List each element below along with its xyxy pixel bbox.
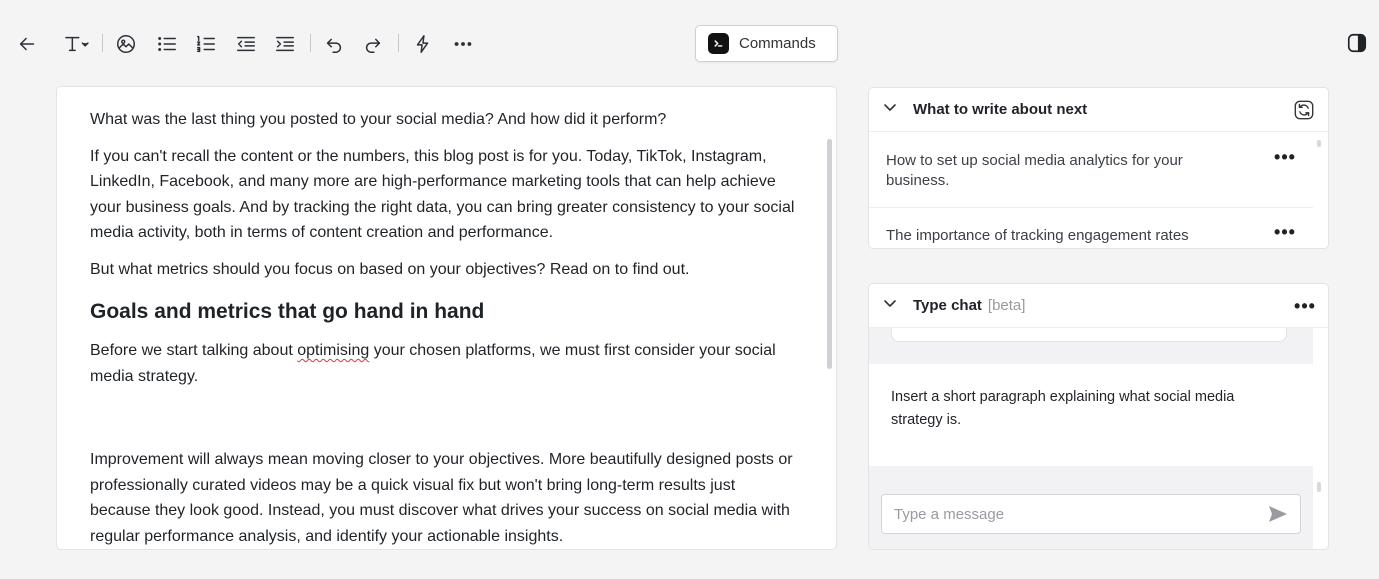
numbered-list-icon[interactable] [192,30,220,58]
suggestion-item[interactable]: How to set up social media analytics for… [869,133,1313,208]
suggestion-item[interactable]: The importance of tracking engagement ra… [869,208,1313,248]
more-options-icon[interactable] [449,30,477,58]
toolbar-divider [398,34,399,52]
panel-title: Type chat [913,297,982,314]
panel-header[interactable]: What to write about next [869,88,1328,132]
toolbar: Commands [0,0,1379,86]
paragraph: Improvement will always mean moving clos… [90,451,793,545]
send-icon[interactable] [1267,504,1289,524]
redo-icon[interactable] [359,30,387,58]
paragraph: Before we start talking about optimising… [90,338,795,389]
text-style-button[interactable] [58,30,94,58]
toolbar-divider [310,34,311,52]
suggestion-text: The importance of tracking engagement ra… [886,227,1189,244]
beta-tag: [beta] [987,297,1026,314]
document-editor[interactable]: What was the last thing you posted to yo… [56,86,837,550]
misspelled-word[interactable]: optimising [297,342,369,359]
terminal-icon [708,33,729,54]
undo-icon[interactable] [320,30,348,58]
image-icon[interactable] [112,30,140,58]
type-chat-panel: Type chat [beta] ••• Insert a short para… [868,283,1329,550]
commands-button[interactable]: Commands [695,25,838,62]
lightning-icon[interactable] [409,30,437,58]
panel-title: What to write about next [913,101,1088,118]
empty-line [90,400,795,447]
toolbar-divider [102,34,103,52]
paragraph: But what metrics should you focus on bas… [90,260,690,278]
editor-content[interactable]: What was the last thing you posted to yo… [90,107,795,549]
paragraph: If you can't recall the content or the n… [90,147,795,242]
section-heading: Goals and metrics that go hand in hand [90,300,485,323]
toggle-sidebar-icon[interactable] [1346,32,1368,54]
chevron-down-icon[interactable] [883,100,897,119]
indent-icon[interactable] [271,30,299,58]
more-icon[interactable]: ••• [1293,296,1317,316]
chevron-down-icon[interactable] [883,296,897,315]
chat-bubble [891,328,1287,342]
more-icon[interactable]: ••• [1273,147,1297,167]
commands-label: Commands [739,35,816,52]
suggestion-text: How to set up social media analytics for… [886,152,1183,189]
more-icon[interactable]: ••• [1273,222,1297,242]
refresh-icon[interactable] [1293,99,1315,121]
panel-header[interactable]: Type chat [beta] [869,284,1328,328]
what-to-write-next-panel: What to write about next How to set up s… [868,87,1329,249]
chat-message: Insert a short paragraph explaining what… [891,389,1235,428]
bullet-list-icon[interactable] [153,30,181,58]
paragraph-text: Before we start talking about [90,342,298,359]
outdent-icon[interactable] [232,30,260,58]
paragraph: What was the last thing you posted to yo… [90,111,667,128]
editor-scrollbar[interactable] [827,139,832,369]
back-arrow-icon[interactable] [13,30,41,58]
panel-scrollbar[interactable] [1317,482,1321,492]
chat-message-input[interactable] [881,494,1301,534]
panel-scrollbar[interactable] [1317,140,1321,147]
